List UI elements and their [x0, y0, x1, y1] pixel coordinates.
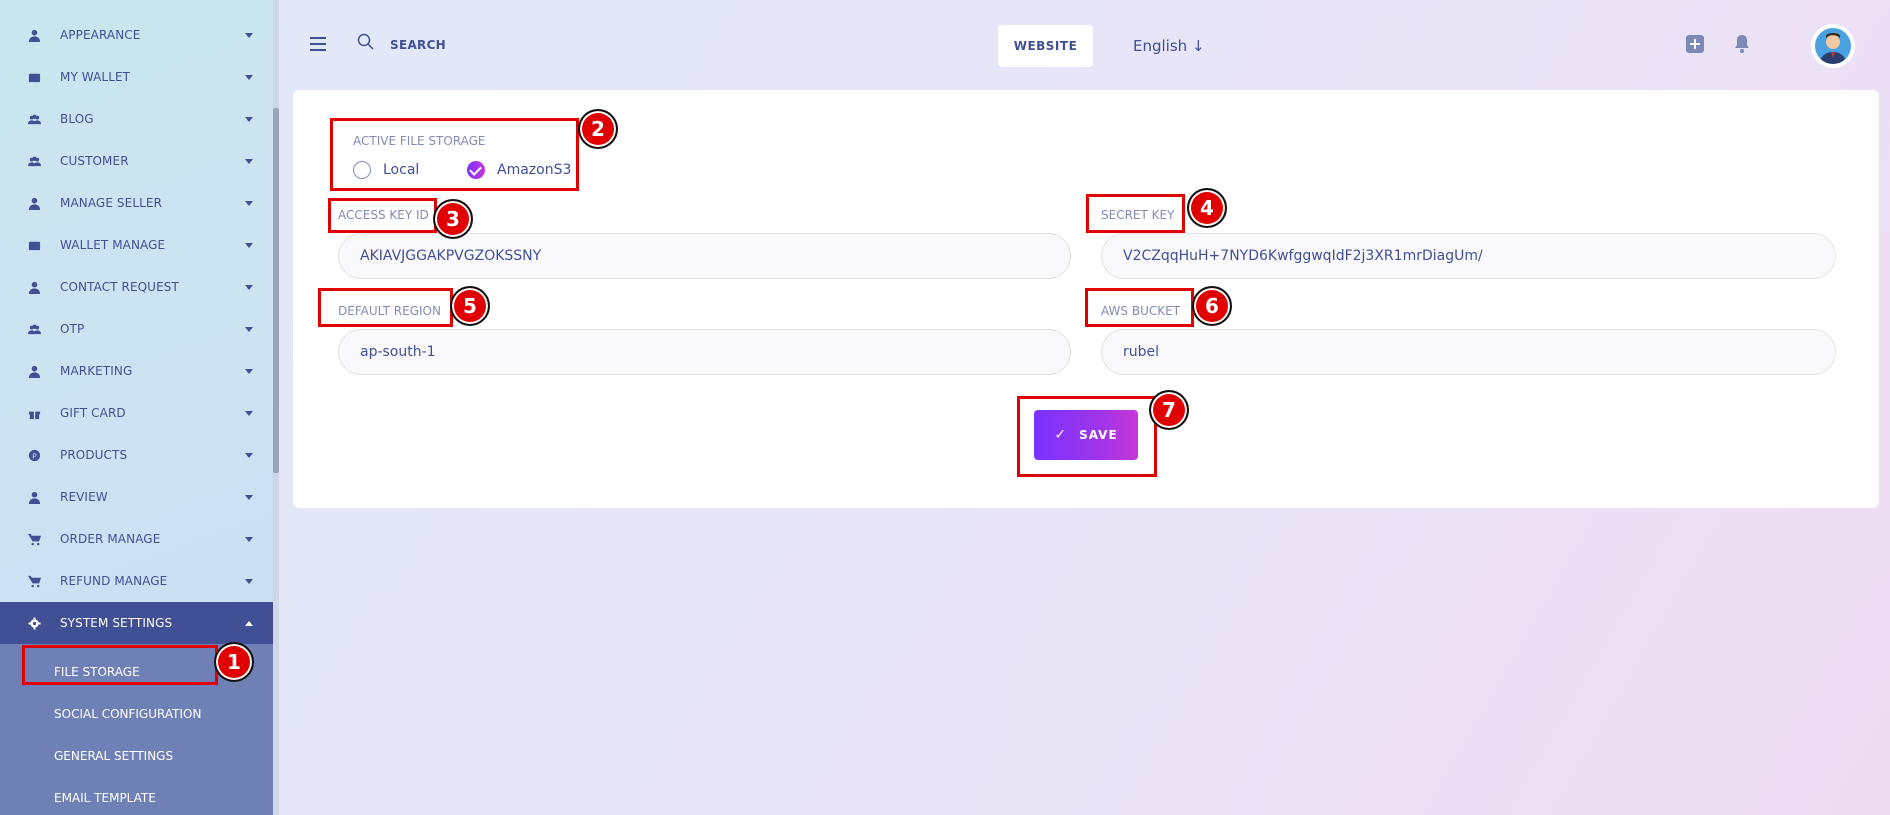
sidebar-item-appearance[interactable]: APPEARANCE — [0, 14, 273, 56]
user-icon — [27, 196, 41, 210]
sidebar-item-otp[interactable]: OTP — [0, 308, 273, 350]
cart-icon — [27, 532, 41, 546]
website-button[interactable]: WEBSITE — [998, 25, 1093, 67]
chevron-down-icon — [245, 32, 253, 38]
users-icon — [27, 322, 41, 336]
sidebar-item-refund-manage[interactable]: REFUND MANAGE — [0, 560, 273, 602]
default-region-input[interactable]: ap-south-1 — [338, 329, 1071, 375]
chevron-down-icon — [245, 368, 253, 374]
user-icon — [27, 364, 41, 378]
chevron-down-icon — [245, 284, 253, 290]
annotation-box-7 — [1017, 396, 1157, 477]
annotation-box-1 — [22, 645, 218, 685]
sidebar-item-customer[interactable]: CUSTOMER — [0, 140, 273, 182]
chevron-down-icon — [245, 200, 253, 206]
annotation-badge-6: 6 — [1192, 286, 1232, 326]
annotation-badge-3: 3 — [433, 199, 473, 239]
chevron-down-icon — [245, 452, 253, 458]
secret-key-input[interactable]: V2CZqqHuH+7NYD6KwfggwqIdF2j3XR1mrDiagUm/ — [1101, 233, 1836, 279]
chevron-down-icon — [245, 326, 253, 332]
annotation-badge-4: 4 — [1187, 188, 1227, 228]
aws-bucket-input[interactable]: rubel — [1101, 329, 1836, 375]
sidebar-item-marketing[interactable]: MARKETING — [0, 350, 273, 392]
add-icon[interactable] — [1686, 35, 1704, 53]
sidebar: APPEARANCE MY WALLET BLOG CUSTOMER MANAG… — [0, 0, 273, 815]
users-icon — [27, 154, 41, 168]
annotation-badge-1: 1 — [214, 642, 254, 682]
sidebar-item-products[interactable]: P PRODUCTS — [0, 434, 273, 476]
chevron-down-icon — [245, 410, 253, 416]
sidebar-item-contact-request[interactable]: CONTACT REQUEST — [0, 266, 273, 308]
wallet-icon — [27, 70, 41, 84]
annotation-badge-2: 2 — [578, 109, 618, 149]
gift-icon — [27, 406, 41, 420]
annotation-box-5 — [318, 288, 453, 327]
gear-icon — [27, 616, 41, 630]
cart-icon — [27, 574, 41, 588]
sidebar-item-review[interactable]: REVIEW — [0, 476, 273, 518]
product-icon: P — [27, 448, 41, 462]
user-icon — [27, 280, 41, 294]
language-label: English — [1133, 37, 1188, 55]
search-input[interactable]: SEARCH — [390, 38, 446, 52]
menu-toggle-icon[interactable] — [310, 37, 326, 55]
chevron-down-icon — [245, 536, 253, 542]
sidebar-subitem-general-settings[interactable]: GENERAL SETTINGS — [54, 749, 173, 763]
annotation-badge-5: 5 — [450, 286, 490, 326]
sidebar-item-system-settings[interactable]: SYSTEM SETTINGS — [0, 602, 273, 644]
sidebar-item-gift-card[interactable]: GIFT CARD — [0, 392, 273, 434]
annotation-box-2 — [330, 118, 579, 191]
svg-text:P: P — [32, 451, 37, 460]
annotation-box-6 — [1085, 288, 1194, 327]
chevron-down-icon — [245, 494, 253, 500]
sidebar-subitem-email-template[interactable]: EMAIL TEMPLATE — [54, 791, 156, 805]
sidebar-subitem-social-configuration[interactable]: SOCIAL CONFIGURATION — [54, 707, 201, 721]
language-selector[interactable]: English ↓ — [1133, 37, 1205, 55]
sidebar-item-wallet-manage[interactable]: WALLET MANAGE — [0, 224, 273, 266]
scrollbar-thumb[interactable] — [273, 108, 279, 473]
user-icon — [27, 490, 41, 504]
sidebar-scrollbar[interactable] — [273, 0, 279, 815]
wallet-icon — [27, 238, 41, 252]
bell-icon[interactable] — [1733, 34, 1751, 54]
chevron-down-icon — [245, 74, 253, 80]
chevron-up-icon — [245, 620, 253, 626]
arrow-down-icon: ↓ — [1191, 37, 1205, 55]
annotation-box-4 — [1086, 194, 1185, 233]
sidebar-item-manage-seller[interactable]: MANAGE SELLER — [0, 182, 273, 224]
access-key-id-input[interactable]: AKIAVJGGAKPVGZOKSSNY — [338, 233, 1071, 279]
user-icon — [27, 28, 41, 42]
avatar[interactable] — [1811, 24, 1855, 68]
annotation-badge-7: 7 — [1149, 390, 1189, 430]
chevron-down-icon — [245, 116, 253, 122]
chevron-down-icon — [245, 242, 253, 248]
annotation-box-3 — [328, 198, 437, 233]
sidebar-item-order-manage[interactable]: ORDER MANAGE — [0, 518, 273, 560]
users-icon — [27, 112, 41, 126]
chevron-down-icon — [245, 158, 253, 164]
chevron-down-icon — [245, 578, 253, 584]
sidebar-item-blog[interactable]: BLOG — [0, 98, 273, 140]
sidebar-item-my-wallet[interactable]: MY WALLET — [0, 56, 273, 98]
search-icon[interactable] — [357, 33, 375, 51]
